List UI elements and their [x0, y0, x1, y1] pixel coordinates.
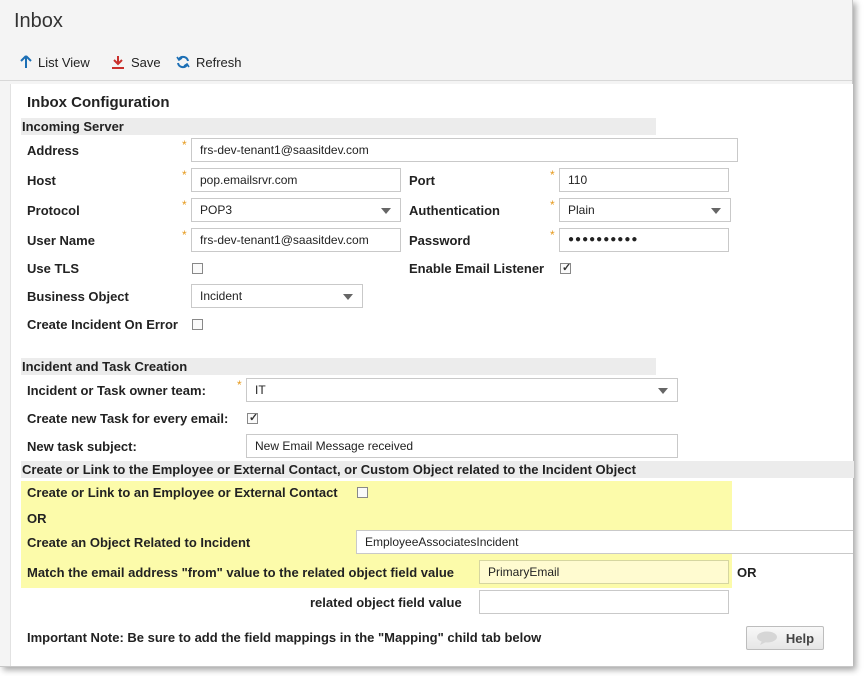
- protocol-label: Protocol: [27, 203, 80, 218]
- host-label: Host: [27, 173, 56, 188]
- required-marker: *: [237, 378, 242, 392]
- related-object-input[interactable]: EmployeeAssociatesIncident: [356, 530, 853, 554]
- new-task-checkbox[interactable]: [247, 411, 258, 424]
- list-view-label: List View: [38, 54, 90, 70]
- use-tls-label: Use TLS: [27, 261, 80, 276]
- chevron-down-icon: [343, 294, 353, 300]
- create-incident-on-error-label: Create Incident On Error: [27, 317, 178, 332]
- window-title: Inbox: [14, 10, 63, 32]
- refresh-button[interactable]: Refresh: [176, 52, 242, 72]
- related-field-label: related object field value: [310, 595, 462, 610]
- chevron-down-icon: [381, 208, 391, 214]
- user-name-label: User Name: [27, 233, 95, 248]
- or-separator: OR: [27, 511, 47, 526]
- required-marker: *: [182, 168, 187, 182]
- required-marker: *: [182, 198, 187, 212]
- match-email-input[interactable]: PrimaryEmail: [479, 560, 729, 584]
- password-input[interactable]: ●●●●●●●●●●: [559, 228, 729, 252]
- required-marker: *: [182, 138, 187, 152]
- speech-bubble-icon: [756, 631, 777, 645]
- protocol-select[interactable]: POP3: [191, 198, 401, 222]
- business-object-label: Business Object: [27, 289, 129, 304]
- incoming-server-header: Incoming Server: [21, 118, 656, 135]
- required-marker: *: [550, 168, 555, 182]
- create-incident-on-error-checkbox[interactable]: [192, 319, 203, 330]
- enable-listener-checkbox[interactable]: [560, 261, 571, 274]
- match-email-label: Match the email address "from" value to …: [27, 565, 455, 580]
- related-field-input[interactable]: [479, 590, 729, 614]
- task-subject-label: New task subject:: [27, 439, 137, 454]
- owner-team-value: IT: [255, 383, 266, 397]
- help-button[interactable]: Help: [746, 626, 824, 650]
- arrow-up-icon: [20, 55, 32, 68]
- authentication-select[interactable]: Plain: [559, 198, 731, 222]
- business-object-value: Incident: [200, 289, 243, 303]
- important-note: Important Note: Be sure to add the field…: [27, 630, 542, 645]
- link-employee-checkbox[interactable]: [357, 487, 368, 498]
- refresh-icon: [176, 55, 190, 69]
- inbox-configuration-panel: Inbox Configuration Incoming Server Addr…: [10, 84, 854, 666]
- authentication-value: Plain: [568, 203, 595, 217]
- chevron-down-icon: [711, 208, 721, 214]
- incident-task-header: Incident and Task Creation: [21, 358, 656, 375]
- match-or-label: OR: [737, 565, 757, 580]
- enable-listener-label: Enable Email Listener: [409, 261, 545, 276]
- inbox-window: Inbox List View Save Refresh Inbox Confi…: [0, 0, 854, 667]
- owner-team-select[interactable]: IT: [246, 378, 678, 402]
- required-marker: *: [550, 198, 555, 212]
- chevron-down-icon: [658, 388, 668, 394]
- new-task-label: Create new Task for every email:: [27, 411, 229, 426]
- use-tls-checkbox[interactable]: [192, 263, 203, 274]
- protocol-value: POP3: [200, 203, 233, 217]
- related-object-label: Create an Object Related to Incident: [27, 535, 251, 550]
- owner-team-label: Incident or Task owner team:: [27, 383, 206, 398]
- port-label: Port: [409, 173, 435, 188]
- host-input[interactable]: pop.emailsrvr.com: [191, 168, 401, 192]
- link-employee-label: Create or Link to an Employee or Externa…: [27, 485, 338, 500]
- authentication-label: Authentication: [409, 203, 500, 218]
- toolbar: List View Save Refresh: [0, 46, 852, 81]
- list-view-button[interactable]: List View: [20, 52, 90, 72]
- required-marker: *: [182, 228, 187, 242]
- link-header: Create or Link to the Employee or Extern…: [21, 461, 854, 478]
- refresh-label: Refresh: [196, 54, 242, 70]
- save-label: Save: [131, 54, 161, 70]
- section-title: Inbox Configuration: [27, 94, 170, 111]
- address-label: Address: [27, 143, 80, 158]
- password-label: Password: [409, 233, 471, 248]
- user-name-input[interactable]: frs-dev-tenant1@saasitdev.com: [191, 228, 401, 252]
- save-download-icon: [112, 56, 124, 69]
- help-label: Help: [785, 630, 815, 646]
- task-subject-input[interactable]: New Email Message received: [246, 434, 678, 458]
- address-input[interactable]: frs-dev-tenant1@saasitdev.com: [191, 138, 738, 162]
- port-input[interactable]: 110: [559, 168, 729, 192]
- required-marker: *: [550, 228, 555, 242]
- business-object-select[interactable]: Incident: [191, 284, 363, 308]
- save-button[interactable]: Save: [111, 52, 161, 72]
